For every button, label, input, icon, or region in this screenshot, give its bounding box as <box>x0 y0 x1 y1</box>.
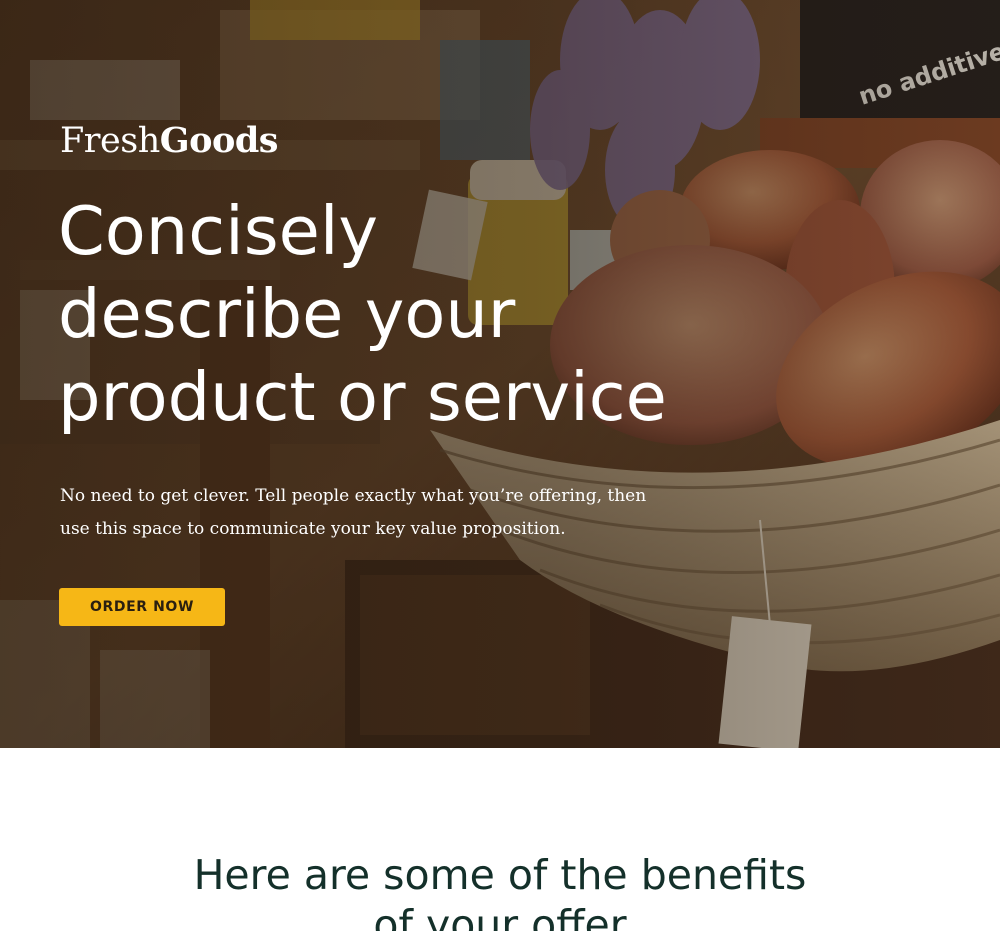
subtext-line-2: use this space to communicate your key v… <box>60 519 566 539</box>
headline-line-3: product or service <box>58 358 667 436</box>
hero-section: no additives FreshGoods Concisely descri… <box>0 0 1000 748</box>
benefits-section: Here are some of the benefits of your of… <box>0 748 1000 931</box>
benefits-title-line-2: of your offer <box>373 901 627 931</box>
benefits-title: Here are some of the benefits of your of… <box>0 850 1000 931</box>
brand-logo[interactable]: FreshGoods <box>60 118 279 164</box>
order-now-button[interactable]: ORDER NOW <box>59 588 225 626</box>
headline-line-2: describe your <box>58 275 516 353</box>
headline-line-1: Concisely <box>58 192 379 270</box>
hero-headline: Concisely describe your product or servi… <box>58 190 818 439</box>
hero-subtext: No need to get clever. Tell people exact… <box>60 480 680 546</box>
benefits-title-line-1: Here are some of the benefits <box>193 851 807 899</box>
logo-text-fresh: Fresh <box>60 121 160 161</box>
logo-text-goods: Goods <box>159 120 279 161</box>
hero-content: FreshGoods Concisely describe your produ… <box>0 0 1000 748</box>
subtext-line-1: No need to get clever. Tell people exact… <box>60 486 647 506</box>
